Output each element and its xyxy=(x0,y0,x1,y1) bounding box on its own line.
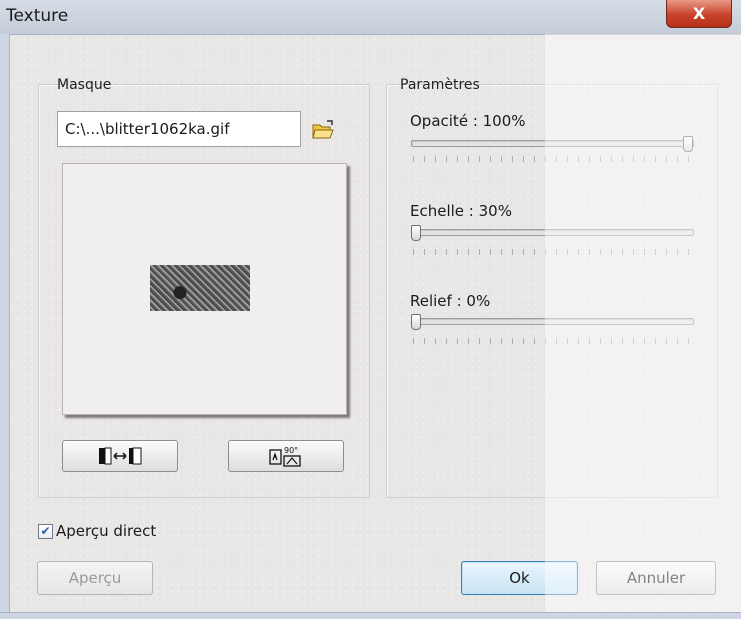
relief-slider-thumb[interactable] xyxy=(411,314,421,330)
scale-slider-thumb[interactable] xyxy=(411,225,421,241)
rotate-90-icon: 90° xyxy=(269,446,301,467)
window-frame-bottom xyxy=(0,612,741,619)
open-folder-button[interactable] xyxy=(311,118,335,142)
rotate-90-button[interactable]: 90° xyxy=(228,440,344,472)
checkmark-icon: ✔ xyxy=(40,524,51,538)
relief-slider-track[interactable] xyxy=(411,318,694,325)
preview-button[interactable]: Aperçu xyxy=(37,561,153,595)
params-group-label: Paramètres xyxy=(400,77,480,93)
open-folder-icon xyxy=(312,120,334,139)
cancel-button[interactable]: Annuler xyxy=(596,561,716,595)
live-preview-label: Aperçu direct xyxy=(56,522,157,540)
scale-slider-track[interactable] xyxy=(411,229,694,236)
mask-thumbnail-image xyxy=(150,265,250,311)
rotate-angle-label: 90° xyxy=(284,446,298,455)
texture-dialog: Texture X Masque C:\...\blitter1062ka.gi… xyxy=(0,0,741,619)
window-frame-left xyxy=(0,34,10,619)
live-preview-toggle[interactable]: ✔ Aperçu direct xyxy=(38,522,156,540)
opacity-slider-ticks xyxy=(413,156,693,162)
file-path-field[interactable]: C:\...\blitter1062ka.gif xyxy=(57,111,301,147)
window-title: Texture xyxy=(6,6,69,26)
opacity-slider-track[interactable] xyxy=(411,140,694,147)
ok-button[interactable]: Ok xyxy=(461,561,578,595)
live-preview-checkbox[interactable]: ✔ xyxy=(38,523,53,539)
swap-icon xyxy=(99,447,142,465)
opacity-label: Opacité : 100% xyxy=(410,112,526,130)
scale-slider-ticks xyxy=(413,249,693,255)
close-button[interactable]: X xyxy=(666,0,732,28)
title-bar[interactable]: Texture X xyxy=(0,0,741,35)
relief-slider-ticks xyxy=(413,338,693,344)
opacity-slider-thumb[interactable] xyxy=(683,136,693,152)
close-icon: X xyxy=(692,4,706,23)
swap-button[interactable] xyxy=(62,440,178,472)
mask-group-label: Masque xyxy=(57,77,112,93)
relief-label: Relief : 0% xyxy=(410,292,491,310)
scale-label: Echelle : 30% xyxy=(410,202,512,220)
